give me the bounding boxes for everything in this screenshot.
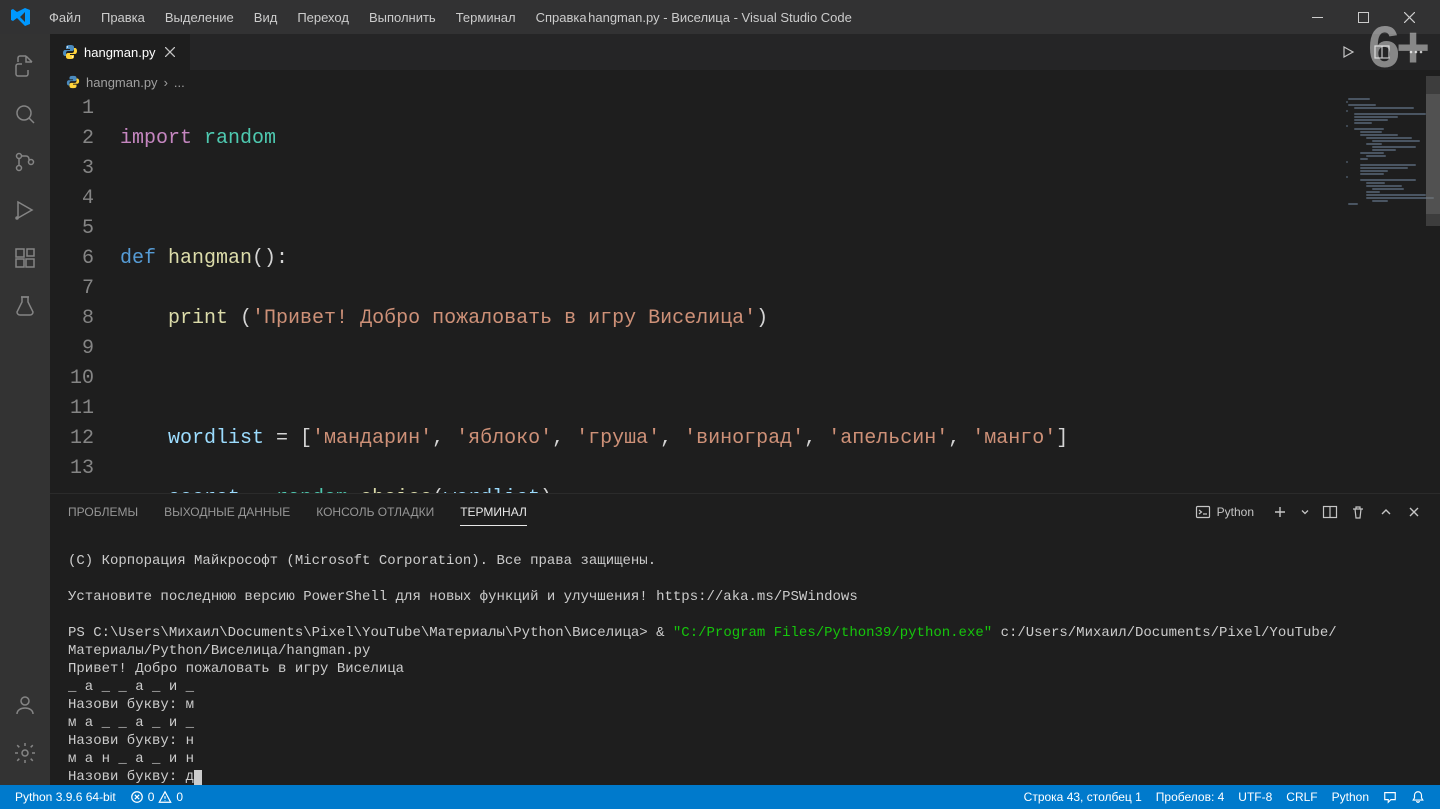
maximize-button[interactable]: [1340, 0, 1386, 34]
activity-bar: [0, 34, 50, 785]
status-cursor-position[interactable]: Строка 43, столбец 1: [1017, 785, 1149, 809]
titlebar: Файл Правка Выделение Вид Переход Выполн…: [0, 0, 1440, 34]
breadcrumb[interactable]: hangman.py › ...: [50, 70, 1440, 94]
main-area: hangman.py hangman.py › ... 1 2 3 4 5 6 …: [0, 34, 1440, 785]
panel-tab-debug-console[interactable]: КОНСОЛЬ ОТЛАДКИ: [316, 499, 434, 525]
panel-actions: Python: [1189, 502, 1422, 522]
maximize-panel-icon[interactable]: [1378, 504, 1394, 520]
breadcrumb-file: hangman.py: [86, 75, 158, 90]
code-editor[interactable]: 1 2 3 4 5 6 7 8 9 10 11 12 13 import ran…: [50, 94, 1440, 493]
split-editor-icon[interactable]: [1372, 42, 1392, 62]
panel-scrollbar[interactable]: [1426, 36, 1440, 809]
code-content[interactable]: import random def hangman(): print ('При…: [120, 94, 1440, 493]
editor-actions: [1338, 42, 1440, 62]
minimize-button[interactable]: [1294, 0, 1340, 34]
explorer-icon[interactable]: [1, 42, 49, 90]
extensions-icon[interactable]: [1, 234, 49, 282]
split-terminal-icon[interactable]: [1322, 504, 1338, 520]
accounts-icon[interactable]: [1, 681, 49, 729]
status-problems[interactable]: 0 0: [123, 785, 190, 809]
menu-run[interactable]: Выполнить: [360, 6, 445, 29]
terminal-icon: [1195, 504, 1211, 520]
status-encoding[interactable]: UTF-8: [1231, 785, 1279, 809]
menu-selection[interactable]: Выделение: [156, 6, 243, 29]
panel-tab-output[interactable]: ВЫХОДНЫЕ ДАННЫЕ: [164, 499, 290, 525]
error-icon: [130, 790, 144, 804]
status-eol[interactable]: CRLF: [1279, 785, 1324, 809]
warning-icon: [158, 790, 172, 804]
tab-hangman[interactable]: hangman.py: [50, 34, 191, 70]
panel: ПРОБЛЕМЫ ВЫХОДНЫЕ ДАННЫЕ КОНСОЛЬ ОТЛАДКИ…: [50, 493, 1440, 785]
close-button[interactable]: [1386, 0, 1432, 34]
status-bar: Python 3.9.6 64-bit 0 0 Строка 43, столб…: [0, 785, 1440, 809]
line-numbers: 1 2 3 4 5 6 7 8 9 10 11 12 13: [50, 94, 120, 493]
kill-terminal-icon[interactable]: [1350, 504, 1366, 520]
tab-close-icon[interactable]: [162, 44, 178, 60]
window-title: hangman.py - Виселица - Visual Studio Co…: [588, 10, 852, 25]
panel-scrollbar-thumb[interactable]: [1426, 76, 1440, 226]
status-feedback-icon[interactable]: [1376, 785, 1404, 809]
status-indentation[interactable]: Пробелов: 4: [1149, 785, 1232, 809]
search-icon[interactable]: [1, 90, 49, 138]
menu-edit[interactable]: Правка: [92, 6, 154, 29]
activity-bottom: [1, 681, 49, 777]
breadcrumb-more: ...: [174, 75, 185, 90]
panel-tabs: ПРОБЛЕМЫ ВЫХОДНЫЕ ДАННЫЕ КОНСОЛЬ ОТЛАДКИ…: [50, 494, 1440, 530]
menubar: Файл Правка Выделение Вид Переход Выполн…: [40, 6, 596, 29]
menu-file[interactable]: Файл: [40, 6, 90, 29]
menu-view[interactable]: Вид: [245, 6, 287, 29]
menu-terminal[interactable]: Терминал: [447, 6, 525, 29]
tab-filename: hangman.py: [84, 45, 156, 60]
terminal-cursor: [194, 770, 202, 785]
python-file-icon: [66, 75, 80, 89]
run-file-icon[interactable]: [1338, 42, 1358, 62]
terminal-content[interactable]: (C) Корпорация Майкрософт (Microsoft Cor…: [50, 530, 1440, 785]
window-controls: [1294, 0, 1432, 34]
minimap[interactable]: [1346, 94, 1426, 493]
source-control-icon[interactable]: [1, 138, 49, 186]
breadcrumb-sep: ›: [164, 75, 168, 90]
menu-help[interactable]: Справка: [527, 6, 596, 29]
terminal-selector[interactable]: Python: [1189, 502, 1260, 522]
run-debug-icon[interactable]: [1, 186, 49, 234]
tabs-bar: hangman.py: [50, 34, 1440, 70]
panel-tab-problems[interactable]: ПРОБЛЕМЫ: [68, 499, 138, 525]
terminal-dropdown-icon[interactable]: [1300, 507, 1310, 517]
close-panel-icon[interactable]: [1406, 504, 1422, 520]
new-terminal-icon[interactable]: [1272, 504, 1288, 520]
testing-icon[interactable]: [1, 282, 49, 330]
python-file-icon: [62, 44, 78, 60]
panel-tab-terminal[interactable]: ТЕРМИНАЛ: [460, 499, 527, 526]
status-python-version[interactable]: Python 3.9.6 64-bit: [8, 785, 123, 809]
settings-gear-icon[interactable]: [1, 729, 49, 777]
more-actions-icon[interactable]: [1406, 42, 1426, 62]
vscode-logo-icon: [8, 5, 32, 29]
editor-area: hangman.py hangman.py › ... 1 2 3 4 5 6 …: [50, 34, 1440, 785]
status-language[interactable]: Python: [1325, 785, 1376, 809]
menu-go[interactable]: Переход: [288, 6, 358, 29]
